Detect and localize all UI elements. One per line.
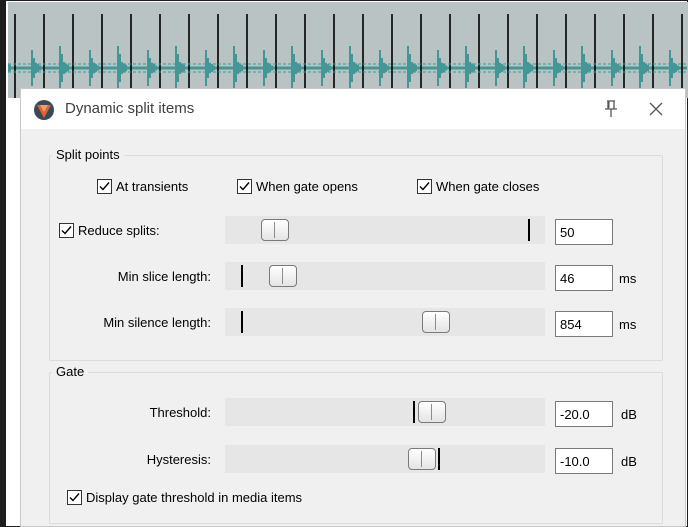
reduce-splits-checkbox[interactable]: Reduce splits: (59, 223, 160, 238)
split-points-label: Split points (52, 147, 124, 162)
slider-thumb[interactable] (269, 265, 297, 287)
checkbox-box (417, 179, 432, 194)
min-silence-length-unit: ms (619, 317, 637, 332)
close-icon[interactable] (641, 95, 671, 123)
threshold-unit: dB (621, 407, 637, 422)
min-slice-length-unit: ms (619, 271, 637, 286)
dynamic-split-dialog: Dynamic split items Split points At tran… (20, 88, 686, 527)
slider-thumb[interactable] (418, 401, 446, 423)
slider-limit-mark (413, 401, 415, 423)
reaper-app-icon (33, 99, 55, 121)
gate-label: Gate (52, 364, 89, 379)
when-gate-closes-checkbox[interactable]: When gate closes (417, 179, 539, 194)
min-silence-length-value[interactable]: 854 (555, 311, 613, 337)
hysteresis-slider[interactable] (225, 445, 545, 473)
slider-thumb[interactable] (422, 311, 450, 333)
checkbox-box (59, 223, 74, 238)
waveform-graphic (8, 14, 688, 98)
when-gate-opens-label: When gate opens (256, 179, 358, 194)
slider-thumb[interactable] (261, 219, 289, 241)
checkbox-box (67, 490, 82, 505)
checkbox-box (237, 179, 252, 194)
min-silence-length-slider[interactable] (225, 308, 545, 336)
reduce-splits-value[interactable]: 50 (555, 219, 613, 245)
at-transients-label: At transients (116, 179, 189, 194)
threshold-value[interactable]: -20.0 (555, 401, 613, 427)
dialog-title: Dynamic split items (65, 100, 195, 117)
hysteresis-unit: dB (621, 454, 637, 469)
when-gate-opens-checkbox[interactable]: When gate opens (237, 179, 358, 194)
min-slice-length-label: Min slice length: (117, 269, 211, 284)
min-slice-length-slider[interactable] (225, 262, 545, 290)
hysteresis-label: Hysteresis: (146, 452, 211, 467)
reduce-splits-label: Reduce splits: (78, 223, 160, 238)
media-item-waveform[interactable] (8, 2, 688, 98)
hysteresis-value[interactable]: -10.0 (555, 448, 613, 474)
checkbox-box (97, 179, 112, 194)
slider-limit-mark (241, 265, 243, 287)
threshold-label: Threshold: (149, 405, 211, 420)
display-gate-threshold-checkbox[interactable]: Display gate threshold in media items (67, 490, 302, 505)
at-transients-checkbox[interactable]: At transients (97, 179, 188, 194)
reduce-splits-slider[interactable] (225, 216, 545, 244)
title-bar[interactable]: Dynamic split items (21, 89, 685, 129)
slider-limit-mark (241, 311, 243, 333)
window-edge (0, 0, 6, 527)
pin-icon[interactable] (597, 95, 625, 123)
min-silence-length-label: Min silence length: (103, 315, 211, 330)
slider-thumb[interactable] (408, 448, 436, 470)
threshold-slider[interactable] (225, 398, 545, 426)
min-slice-length-value[interactable]: 46 (555, 265, 613, 291)
display-gate-threshold-label: Display gate threshold in media items (86, 490, 303, 505)
slider-limit-mark (438, 448, 440, 470)
when-gate-closes-label: When gate closes (436, 179, 540, 194)
slider-limit-mark (528, 219, 530, 241)
